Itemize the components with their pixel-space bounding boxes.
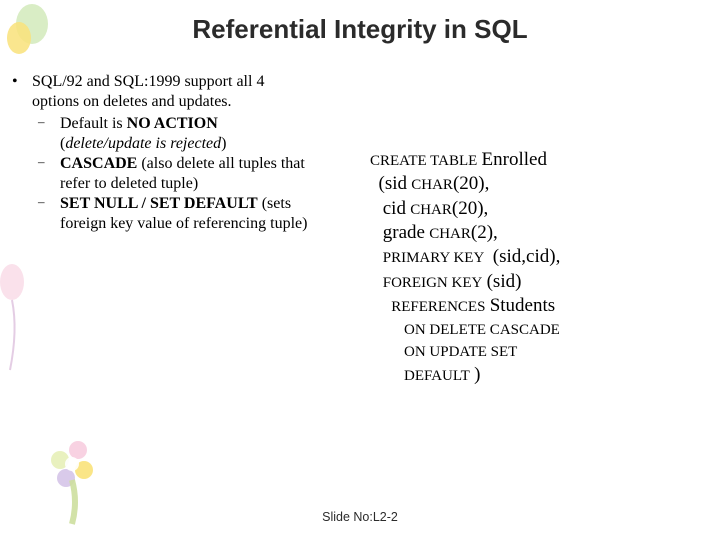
slide-number: Slide No:L2-2 (0, 510, 720, 524)
bullet-dash: – (38, 194, 60, 233)
balloon-decor-2 (0, 260, 30, 380)
bullet-main: SQL/92 and SQL:1999 support all 4 option… (32, 72, 354, 111)
bullet-block: • SQL/92 and SQL:1999 support all 4 opti… (12, 72, 354, 233)
sub-bullet-2: CASCADE (also delete all tuples that ref… (60, 154, 354, 193)
bullet-dot: • (12, 72, 32, 111)
bullet-dash: – (38, 114, 60, 153)
sub-bullet-3: SET NULL / SET DEFAULT (sets foreign key… (60, 194, 354, 233)
slide-title: Referential Integrity in SQL (0, 14, 720, 45)
bullet-dash: – (38, 154, 60, 193)
sub-bullet-1: Default is NO ACTION (delete/update is r… (60, 114, 354, 153)
sql-block: CREATE TABLE Enrolled (sid CHAR(20), cid… (370, 148, 710, 387)
